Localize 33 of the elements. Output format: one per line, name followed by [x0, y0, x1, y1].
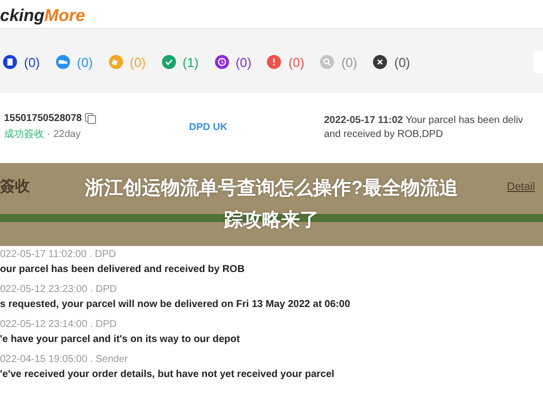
event-description: our parcel has been delivered and received by ROB — [0, 264, 246, 275]
alert-icon[interactable] — [267, 55, 282, 69]
carrier-link[interactable]: DPD UK — [189, 122, 324, 132]
copy-icon[interactable] — [84, 113, 96, 124]
status-count[interactable]: (0) — [394, 54, 410, 70]
status-count[interactable]: (1) — [182, 54, 199, 70]
event-description: 'e have your parcel and it's on its way to our depot — [0, 334, 241, 345]
status-count[interactable]: (0) — [236, 54, 252, 70]
status-count[interactable]: (0) — [130, 54, 146, 70]
latest-event: 2022-05-17 11:02 Your parcel has been deliv — [324, 114, 524, 126]
tracking-number: 15501750528078 — [4, 113, 82, 124]
detail-link[interactable]: Detail — [506, 181, 535, 193]
event-time: 022-05-12 23:23:00 . DPD — [0, 284, 118, 295]
banner-title: 浙江创运物流单号查询怎么操作?最全物流追踪攻略来了 — [84, 176, 459, 233]
event-description: 'e've received your order details, but have not yet received your parcel — [0, 369, 336, 380]
event-time: 022-05-12 23:14:00 . DPD — [0, 319, 118, 330]
status-count[interactable]: (0) — [76, 54, 93, 70]
status-count[interactable]: (0) — [24, 54, 40, 70]
check-icon[interactable] — [162, 55, 176, 69]
logo[interactable]: ckingMore — [0, 6, 86, 26]
separator-dot: · — [47, 128, 50, 140]
age-label: 22day — [53, 128, 81, 140]
event-time: 022-05-17 11:02:00 . DPD — [0, 249, 118, 260]
delivery-status: 成功簽收 — [4, 128, 44, 141]
clock-icon[interactable] — [214, 55, 229, 69]
event-description: s requested, your parcel will now be delivered on Fri 13 May 2022 at 06:00 — [0, 299, 352, 310]
document-icon[interactable] — [3, 55, 17, 69]
status-count[interactable]: (0) — [288, 54, 304, 70]
close-icon[interactable] — [373, 55, 388, 69]
event-time: 022-04-15 19:05:00 . Sender — [0, 354, 129, 365]
status-heading: 簽收 — [0, 177, 30, 196]
latest-event-line: and received by ROB,DPD — [324, 128, 444, 140]
status-count[interactable]: (0) — [341, 54, 358, 70]
